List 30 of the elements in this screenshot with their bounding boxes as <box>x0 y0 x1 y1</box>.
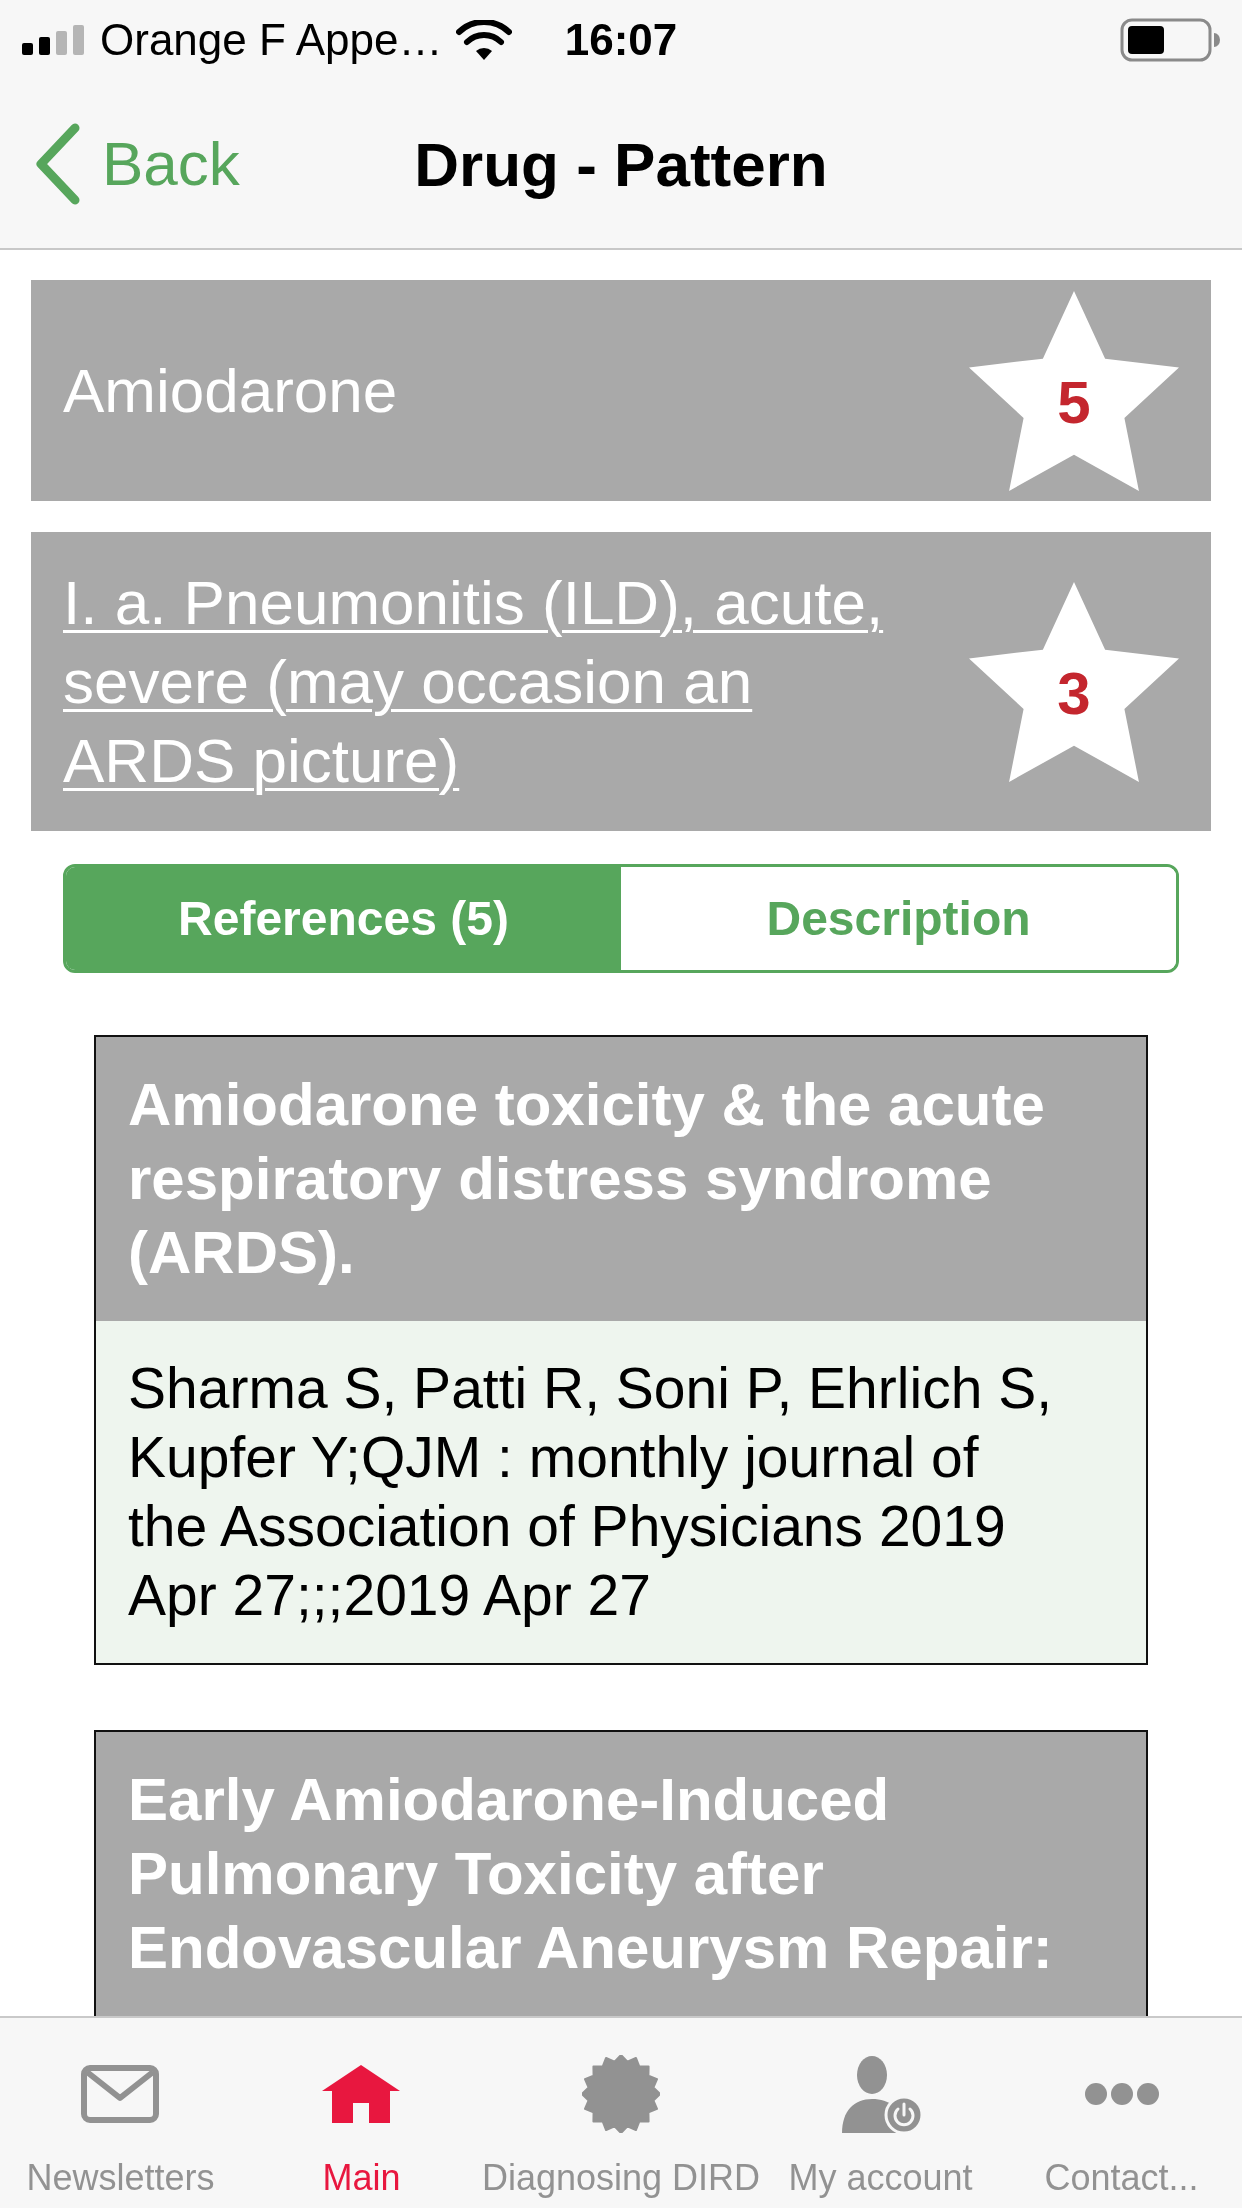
more-icon <box>1084 2083 1159 2105</box>
home-icon <box>322 2065 401 2123</box>
pattern-link[interactable]: I. a. Pneumonitis (ILD), acute, severe (may occasion an ARDS picture) <box>63 563 913 800</box>
wifi-icon <box>456 20 513 60</box>
screen-title: Drug - Pattern <box>414 128 828 200</box>
carrier-name: Orange F Appe… <box>100 15 443 65</box>
reference-card[interactable]: Early Amiodarone-Induced Pulmonary Toxicity after Endovascular Aneurysm Repair: <box>94 1730 1148 2016</box>
user-power-icon <box>839 2055 922 2133</box>
tab-item[interactable]: Diagnosing DIRD <box>481 2018 761 2208</box>
segment-tab[interactable]: References (5) <box>66 867 621 970</box>
reference-title: Early Amiodarone-Induced Pulmonary Toxicity after Endovascular Aneurysm Repair: <box>128 1765 1054 1983</box>
star-icon <box>969 581 1179 782</box>
back-button[interactable]: Back <box>35 123 240 205</box>
status-time: 16:07 <box>564 15 678 65</box>
tab-item[interactable]: My account <box>760 2018 1002 2208</box>
score-number: 5 <box>1057 372 1091 433</box>
tab-item[interactable]: Main <box>240 2018 482 2208</box>
tab-item[interactable]: Contact... <box>1001 2018 1242 2208</box>
score-number: 3 <box>1057 663 1091 724</box>
signal-icon <box>22 25 86 55</box>
mail-icon <box>81 2065 160 2123</box>
seal-icon <box>582 2055 660 2133</box>
chevron-left-icon <box>35 123 81 205</box>
star-icon <box>969 290 1179 491</box>
battery-icon <box>1120 18 1220 62</box>
citation-text: Sharma S, Patti R, Soni P, Ehrlich S, Kupfer Y;QJM : monthly journal of the Association of Physicians 2019 Apr 27;;;2019 Apr 27 <box>128 1355 1054 1629</box>
reference-title: Amiodarone toxicity & the acute respiratory distress syndrome (ARDS). <box>128 1070 1046 1288</box>
reference-card[interactable]: Amiodarone toxicity & the acute respiratory distress syndrome (ARDS). Sharma S, Patti R, Soni P, Ehrlich S, Kupfer Y;QJM : monthly journal of the Association of Physicians 2019 Apr 27;;;2019 Apr 27 <box>94 1035 1148 1665</box>
drug-name: Amiodarone <box>63 355 399 427</box>
tab-item[interactable]: Newsletters <box>0 2018 241 2208</box>
